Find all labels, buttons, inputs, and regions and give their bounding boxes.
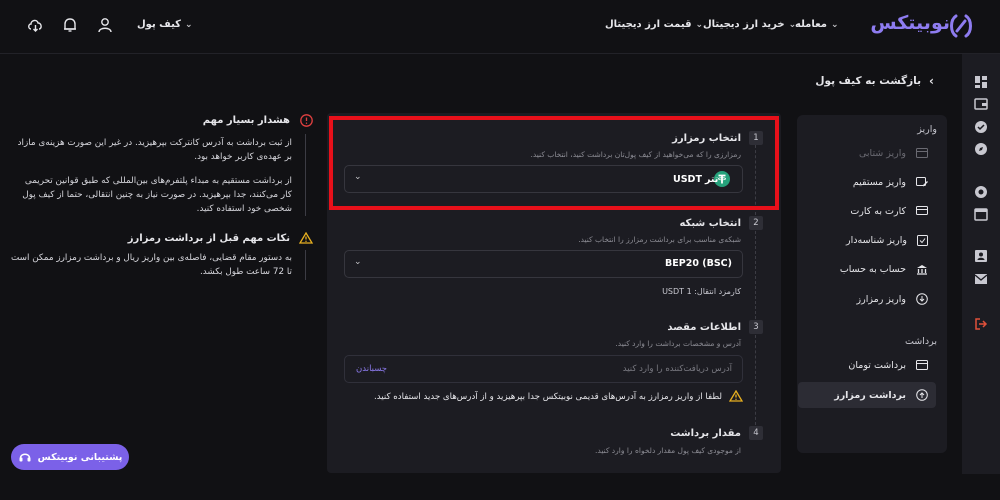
- step-4-subtitle: از موجودی کیف پول مقدار دلخواه را وارد ک…: [595, 446, 741, 455]
- step-3-number: 3: [749, 320, 763, 334]
- step-2-number: 2: [749, 216, 763, 230]
- network-select-value: BEP20 (BSC): [665, 258, 732, 269]
- nobitex-logo-icon[interactable]: [947, 12, 975, 40]
- orders-icon[interactable]: [974, 120, 988, 134]
- nav-buy-crypto[interactable]: ⌄ خرید ارز دیجیتال: [703, 19, 796, 30]
- side-icon-rail: [962, 54, 1000, 474]
- back-to-wallet-link[interactable]: › بازگشت به کیف پول: [815, 74, 934, 88]
- sidebar-item-id-deposit[interactable]: واریز شناسه‌دار: [798, 227, 936, 253]
- tips-text: به دستور مقام قضایی، فاصله‌ی بین واریز ر…: [10, 253, 292, 277]
- step-1-highlight-box: [329, 116, 779, 210]
- profile-card-icon[interactable]: [974, 249, 988, 263]
- step-3-subtitle: آدرس و مشخصات برداشت را وارد کنید.: [615, 339, 741, 348]
- wallet-icon[interactable]: [974, 97, 988, 111]
- wallet-dropdown[interactable]: ⌄ کیف پول: [137, 19, 193, 30]
- logout-icon[interactable]: [974, 317, 988, 331]
- coin-icon[interactable]: [974, 185, 988, 199]
- user-icon[interactable]: [97, 17, 113, 33]
- card-edit-icon: [916, 177, 928, 187]
- chevron-down-icon: ⌄: [695, 19, 704, 30]
- headset-icon: [19, 453, 31, 462]
- nav-trade[interactable]: ⌄ معامله: [795, 19, 838, 30]
- checklist-icon: [917, 234, 928, 246]
- warning-triangle-icon: [729, 390, 743, 402]
- step-2-title: انتخاب شبکه: [679, 218, 741, 229]
- nav-crypto-price[interactable]: ⌄ قیمت ارز دیجیتال: [605, 19, 703, 30]
- sidebar-item-direct-deposit[interactable]: واریز مستقیم: [798, 169, 936, 195]
- alert-circle-icon: [300, 114, 313, 127]
- chevron-right-icon: ›: [929, 74, 934, 88]
- step-4-number: 4: [749, 426, 763, 440]
- upload-circle-icon: [916, 389, 928, 401]
- paste-button[interactable]: چسباندن: [356, 364, 387, 374]
- mail-icon[interactable]: [974, 272, 988, 286]
- dashboard-icon[interactable]: [974, 75, 988, 89]
- bell-icon[interactable]: [62, 17, 78, 33]
- address-placeholder: آدرس دریافت‌کننده را وارد کنید: [622, 364, 732, 374]
- logo-text[interactable]: نوبیتکس: [870, 12, 950, 34]
- step-4-title: مقدار برداشت: [670, 428, 741, 439]
- chevron-down-icon: ⌄: [788, 19, 797, 30]
- download-circle-icon: [916, 293, 928, 305]
- sidebar-item-fast-deposit[interactable]: واریز شتابی: [798, 140, 936, 166]
- sidebar-item-account-to-account[interactable]: حساب به حساب: [798, 256, 936, 282]
- sidebar-item-crypto-withdraw[interactable]: برداشت رمزارز: [798, 382, 936, 408]
- card-icon: [916, 148, 928, 158]
- compass-icon[interactable]: [974, 142, 988, 156]
- step-connector: [755, 231, 756, 319]
- card-transfer-icon: [916, 206, 928, 215]
- warning-divider: [305, 134, 306, 216]
- critical-warning-title: هشدار بسیار مهم: [202, 115, 290, 126]
- address-warning: لطفا از واریز رمزارز به آدرس‌های قدیمی ن…: [374, 392, 722, 402]
- tips-title: نکات مهم قبل از برداشت رمزارز: [127, 233, 290, 244]
- transfer-fee: کارمزد انتقال: 1 USDT: [662, 287, 741, 296]
- deposit-section-title: واریز: [917, 124, 937, 135]
- step-3-title: اطلاعات مقصد: [667, 322, 741, 333]
- step-2-subtitle: شبکه‌ی مناسب برای برداشت رمزارز را انتخا…: [578, 235, 741, 244]
- critical-warning-text: از ثبت برداشت به آدرس کانترکت بپرهیزید. …: [17, 138, 292, 214]
- chevron-down-icon: ⌄: [830, 19, 839, 30]
- cloud-download-icon[interactable]: [27, 17, 44, 33]
- sidebar-item-toman-withdraw[interactable]: برداشت تومان: [798, 352, 936, 378]
- chevron-down-icon: ⌄: [354, 257, 362, 267]
- calendar-icon[interactable]: [974, 207, 988, 221]
- sidebar-item-card-to-card[interactable]: کارت به کارت: [798, 198, 936, 224]
- withdraw-section-title: برداشت: [904, 336, 937, 347]
- support-button[interactable]: پشتیبانی نوبیتکس: [11, 444, 129, 470]
- sidebar-item-crypto-deposit[interactable]: واریز رمزارز: [798, 286, 936, 312]
- warning-divider: [305, 250, 306, 280]
- chevron-down-icon: ⌄: [185, 19, 193, 30]
- bank-icon: [917, 264, 927, 275]
- card-icon: [916, 360, 928, 370]
- step-connector: [755, 335, 756, 425]
- warning-triangle-icon: [299, 232, 313, 244]
